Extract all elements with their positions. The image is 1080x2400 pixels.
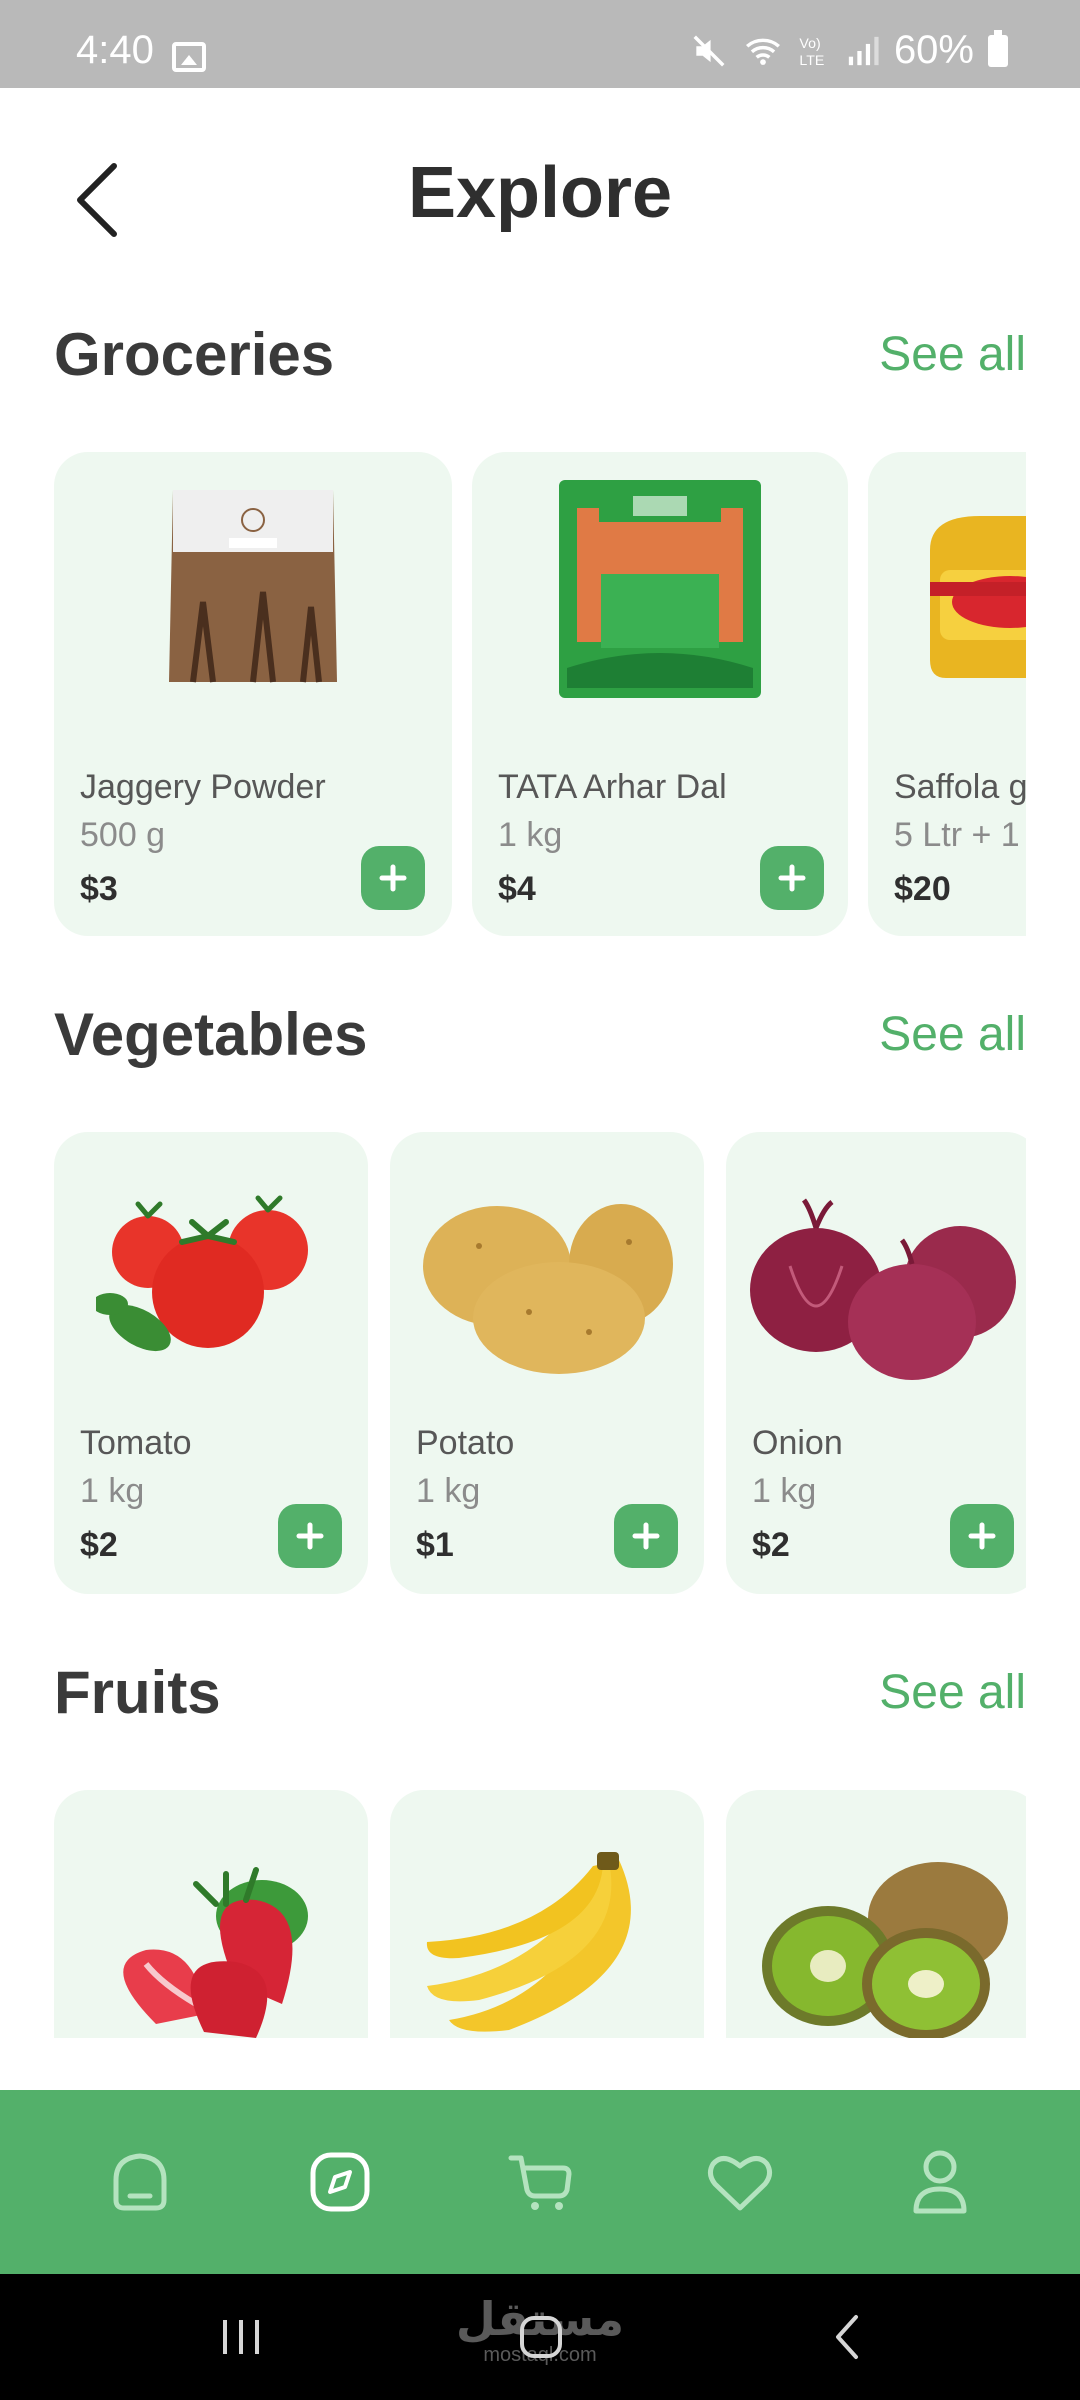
product-name: Potato [416,1424,515,1462]
product-price: $2 [80,1526,118,1564]
system-navigation-bar: مستقل mostaql.com [0,2274,1080,2400]
cart-icon [508,2155,572,2210]
product-image-jaggery [54,482,452,692]
vegetables-row[interactable]: Tomato 1 kg $2 Potato 1 kg $1 Onion 1 kg… [54,1132,1026,1594]
product-quantity: 1 kg [498,816,563,854]
add-to-cart-button[interactable] [278,1504,342,1568]
section-title: Groceries [54,320,335,388]
see-all-vegetables-link[interactable]: See all [879,1007,1026,1062]
product-quantity: 500 g [80,816,166,854]
system-back-icon [836,2315,858,2359]
plus-icon [296,1522,324,1550]
fruits-row[interactable] [54,1790,1026,2038]
section-header-groceries: Groceries See all [54,314,1026,394]
plus-icon [778,864,806,892]
status-icons: Vo) LTE 60% [690,28,1008,73]
product-name: TATA Arhar Dal [498,768,727,806]
gallery-notification-icon [172,42,206,72]
product-price: $1 [416,1526,454,1564]
status-bar: 4:40 Vo) LTE 60% [0,0,1080,88]
product-image-tomato [54,1192,368,1372]
product-price: $3 [80,870,118,908]
nav-cart-tab[interactable] [485,2127,595,2237]
product-image-tata-dal [472,478,848,700]
plus-icon [968,1522,996,1550]
add-to-cart-button[interactable] [950,1504,1014,1568]
product-image-potato [390,1192,704,1378]
product-name: Tomato [80,1424,192,1462]
section-title: Fruits [54,1658,221,1726]
system-back-button[interactable] [814,2304,880,2370]
home-square-icon [520,2316,562,2358]
battery-percent: 60% [893,28,974,72]
see-all-groceries-link[interactable]: See all [879,327,1026,382]
product-quantity: 1 kg [752,1472,817,1510]
product-price: $2 [752,1526,790,1564]
product-price: $20 [894,870,951,908]
plus-icon [632,1522,660,1550]
svg-text:Vo): Vo) [799,36,820,52]
add-to-cart-button[interactable] [361,846,425,910]
nav-account-tab[interactable] [885,2127,995,2237]
favorite-icon [707,2156,773,2211]
section-header-fruits: Fruits See all [54,1652,1026,1732]
nav-home-tab[interactable] [85,2127,195,2237]
wifi-icon [745,38,780,65]
battery-icon [988,29,1008,67]
home-button[interactable] [508,2304,574,2370]
product-card-kiwi[interactable] [726,1790,1026,2038]
mute-icon [693,35,725,66]
status-time: 4:40 [76,28,154,72]
account-icon [913,2150,967,2214]
product-name: Jaggery Powder [80,768,326,806]
signal-icon [848,36,879,65]
product-image-banana [390,1850,704,2038]
product-card-onion[interactable]: Onion 1 kg $2 [726,1132,1026,1594]
nav-explore-tab[interactable] [285,2127,395,2237]
product-image-onion [726,1196,1026,1382]
add-to-cart-button[interactable] [760,846,824,910]
page-title: Explore [407,153,673,233]
home-icon [113,2153,167,2211]
groceries-row[interactable]: Jaggery Powder 500 g $3 TATA Arhar Dal 1… [54,452,1026,936]
product-quantity: 1 kg [416,1472,481,1510]
svg-text:LTE: LTE [799,53,824,69]
plus-icon [379,864,407,892]
section-title: Vegetables [54,1000,368,1068]
product-card-banana[interactable] [390,1790,704,2038]
explore-icon [310,2152,370,2212]
product-image-strawberry [54,1854,368,2038]
product-card-potato[interactable]: Potato 1 kg $1 [390,1132,704,1594]
product-card-tomato[interactable]: Tomato 1 kg $2 [54,1132,368,1594]
product-card-jaggery[interactable]: Jaggery Powder 500 g $3 [54,452,452,936]
see-all-fruits-link[interactable]: See all [879,1665,1026,1720]
recent-apps-button[interactable] [208,2304,274,2370]
product-card-strawberry[interactable] [54,1790,368,2038]
product-name: Onion [752,1424,843,1462]
product-price: $4 [498,870,536,908]
volte-icon: Vo)LTE [799,36,824,69]
add-to-cart-button[interactable] [614,1504,678,1568]
product-card-tata-dal[interactable]: TATA Arhar Dal 1 kg $4 [472,452,848,936]
nav-favorite-tab[interactable] [685,2127,795,2237]
product-card-saffola[interactable]: Saffola gold 5 Ltr + 1 $20 [868,452,1026,936]
product-quantity: 1 kg [80,1472,145,1510]
product-image-saffola [868,510,1026,678]
product-name: Saffola gold [894,768,1026,806]
bottom-nav [0,2090,1080,2274]
section-header-vegetables: Vegetables See all [54,994,1026,1074]
recent-apps-icon [223,2320,259,2354]
product-quantity: 5 Ltr + 1 [894,816,1020,854]
product-image-kiwi [726,1858,1026,2038]
